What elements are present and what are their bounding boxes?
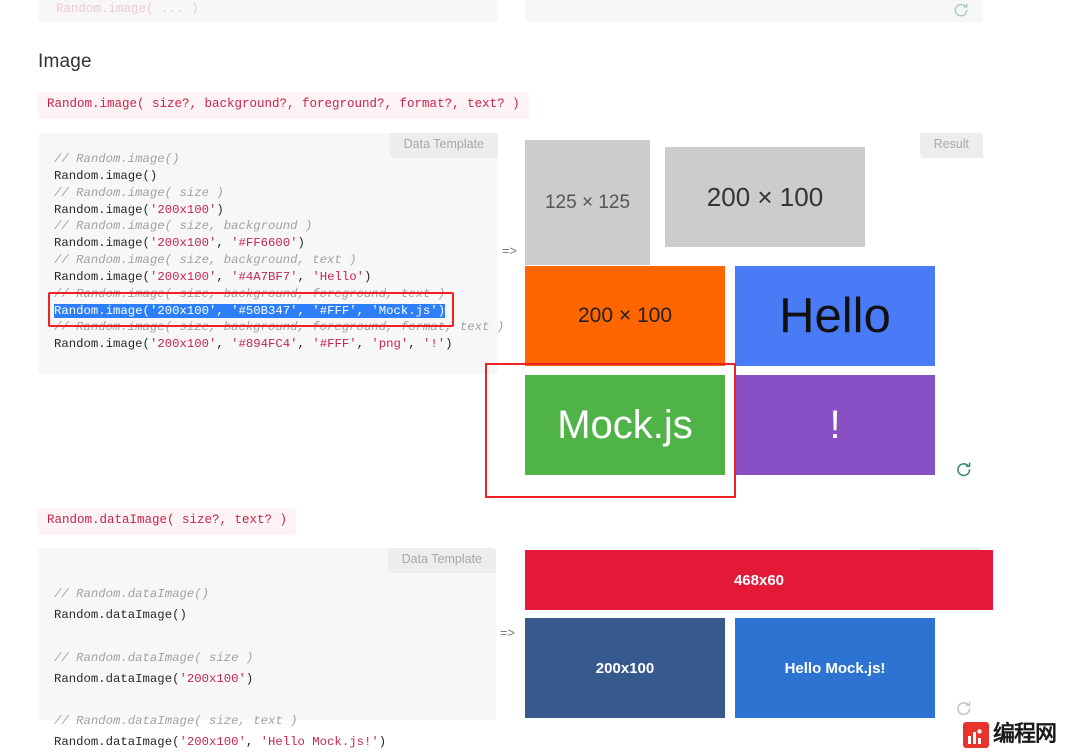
result-thumbnail: 468x60 [525,550,993,610]
thumbnail-label: Hello [779,289,891,343]
code-panel-random-image: Data Template // Random.image() Random.i… [38,133,504,374]
watermark-text: 编程网 [993,722,1057,747]
result-panel-random-dataimage: Result 468x60200x100Hello Mock.js! [525,548,993,720]
site-watermark: 编程网 [963,722,1057,748]
result-thumbnail: 200x100 [525,618,725,718]
result-thumbnail: 125 × 125 [525,140,650,265]
data-template-badge: Data Template [387,548,496,573]
refresh-icon[interactable] [955,461,972,478]
code-block-random-image[interactable]: // Random.image() Random.image() // Rand… [54,151,504,353]
thumbnail-label: Mock.js [557,402,693,447]
result-thumbnail: ! [735,375,935,475]
result-thumbnail: 200 × 100 [525,266,725,366]
previous-result-panel [525,0,983,22]
signature-random-dataimage: Random.dataImage( size?, text? ) [38,508,297,535]
signature-random-image: Random.image( size?, background?, foregr… [38,92,529,119]
result-badge: Result [919,133,983,158]
code-panel-random-dataimage: Data Template // Random.dataImage() Rand… [38,548,496,749]
thumbnail-label: 200 × 100 [577,304,672,327]
result-panel-random-image: Result 125 × 125 200 × 100 200 × 100 Hello M… [525,133,983,493]
refresh-icon[interactable] [955,700,972,717]
previous-code-text: Random.image( ... ) [56,2,199,16]
result-thumbnail: Mock.js [525,375,725,475]
arrow-dataimage: => [500,627,516,641]
mockjs-doc-page: Random.image( ... ) Image Random.image( … [0,0,1067,752]
thumbnail-label: 200x100 [595,659,655,677]
refresh-icon[interactable] [953,2,969,18]
thumbnail-label: 125 × 125 [544,191,631,213]
result-thumbnail: Hello Mock.js! [735,618,935,718]
thumbnail-label: Hello Mock.js! [784,659,886,677]
code-block-random-dataimage[interactable]: // Random.dataImage() Random.dataImage()… [54,584,386,752]
result-thumbnail: 200 × 100 [665,147,865,247]
arrow-image: => [502,245,518,259]
result-thumbnail: Hello [735,266,935,366]
watermark-logo-icon [963,722,989,748]
previous-code-panel: Random.image( ... ) [38,0,498,22]
thumbnail-label: 200 × 100 [706,181,824,212]
thumbnail-label: ! [829,402,841,447]
thumbnail-label: 468x60 [733,571,785,589]
page-title: Image [38,51,92,72]
